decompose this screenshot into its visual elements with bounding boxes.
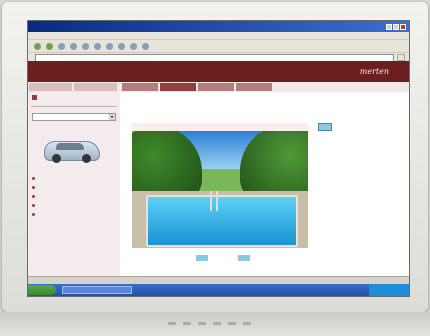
main-tab-active[interactable] <box>160 83 196 91</box>
monitor-button <box>228 322 236 325</box>
feature-item[interactable] <box>32 211 116 220</box>
monitor-button <box>198 322 206 325</box>
photo-panel <box>132 123 308 253</box>
favorites-icon[interactable] <box>106 42 113 50</box>
tab-row <box>28 82 409 92</box>
web-page: merten ▾ <box>28 61 409 276</box>
photo-button[interactable] <box>238 255 250 261</box>
page-title <box>120 99 409 104</box>
monitor-button <box>183 322 191 325</box>
left-tabs <box>28 82 118 92</box>
document-icon <box>32 95 37 100</box>
site-banner: merten <box>28 61 409 82</box>
photo-button[interactable] <box>196 255 208 261</box>
car-image <box>40 129 102 165</box>
minimize-button[interactable] <box>386 23 392 30</box>
screen: merten ▾ <box>27 20 410 297</box>
refresh-icon[interactable] <box>70 42 77 50</box>
chevron-down-icon[interactable]: ▾ <box>109 113 115 120</box>
brand-logo[interactable]: merten <box>360 67 389 76</box>
monitor-button <box>168 322 176 325</box>
mail-icon[interactable] <box>130 42 137 50</box>
feature-item[interactable] <box>32 202 116 211</box>
close-button[interactable] <box>400 23 406 30</box>
stop-icon[interactable] <box>58 42 65 50</box>
main-content <box>120 92 409 276</box>
window-controls <box>386 23 406 30</box>
feature-item[interactable] <box>32 175 116 184</box>
bullet-icon <box>32 213 35 216</box>
pool-photo <box>132 131 308 248</box>
main-tab[interactable] <box>198 83 234 91</box>
bullet-icon <box>32 195 35 198</box>
photo-ladder <box>216 191 218 211</box>
photo-caption <box>132 123 308 131</box>
browser-toolbar <box>28 39 409 52</box>
monitor-button <box>213 322 221 325</box>
back-icon[interactable] <box>34 42 41 50</box>
sidebar-info <box>28 92 120 104</box>
bullet-icon <box>32 177 35 180</box>
maximize-button[interactable] <box>393 23 399 30</box>
features-list <box>28 175 120 220</box>
left-tab[interactable] <box>74 83 117 91</box>
taskbar-task[interactable] <box>62 286 132 294</box>
system-tray <box>369 284 409 296</box>
feature-item[interactable] <box>32 184 116 193</box>
sidebar-divider <box>31 105 117 107</box>
home-icon[interactable] <box>82 42 89 50</box>
car-wheel <box>52 153 61 163</box>
sidebar: ▾ <box>28 92 120 276</box>
bullet-icon <box>32 204 35 207</box>
search-icon[interactable] <box>94 42 101 50</box>
control-toggle[interactable] <box>318 123 332 131</box>
room-select[interactable]: ▾ <box>32 112 116 121</box>
photo-ladder <box>210 191 212 211</box>
car-wheel <box>82 153 91 163</box>
main-tab[interactable] <box>236 83 272 91</box>
photo-pool <box>146 195 298 247</box>
photo-buttons <box>196 255 250 261</box>
main-tab[interactable] <box>122 83 158 91</box>
go-button[interactable] <box>397 54 405 61</box>
history-icon[interactable] <box>118 42 125 50</box>
left-tab[interactable] <box>29 83 72 91</box>
print-icon[interactable] <box>142 42 149 50</box>
bullet-icon <box>32 186 35 189</box>
status-bar <box>28 276 409 284</box>
taskbar <box>28 284 409 296</box>
monitor-stand <box>0 312 430 336</box>
features-header <box>28 165 120 175</box>
forward-icon[interactable] <box>46 42 53 50</box>
monitor-buttons <box>168 322 251 325</box>
breadcrumb <box>120 92 409 99</box>
browser-menubar <box>28 32 409 39</box>
browser-titlebar <box>28 21 409 32</box>
monitor-button <box>243 322 251 325</box>
main-tabs <box>118 82 272 92</box>
feature-item[interactable] <box>32 193 116 202</box>
start-button[interactable] <box>28 285 56 295</box>
car-window <box>56 142 84 150</box>
